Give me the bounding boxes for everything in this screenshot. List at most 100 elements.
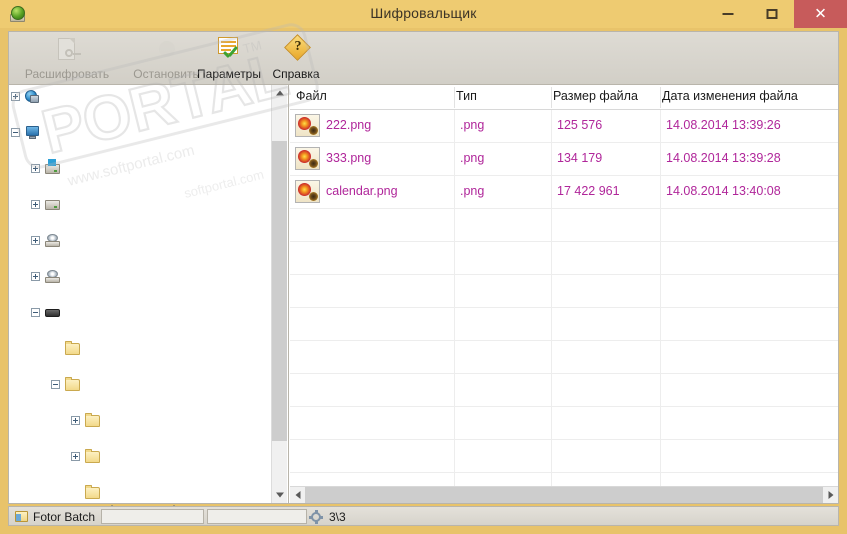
tree-expand-toggle[interactable] — [31, 236, 40, 245]
hdd-icon — [45, 197, 60, 211]
window-controls: ✕ — [706, 0, 847, 28]
main-pane: ♪ Файл Тип Размер файла Дата изменения файл… — [8, 84, 839, 504]
maximize-button[interactable] — [750, 0, 794, 28]
list-scroll-left-button[interactable] — [290, 487, 305, 503]
table-row[interactable]: calendar.png .png 17 422 961 14.08.2014 13:… — [290, 176, 838, 209]
tree-expand-toggle[interactable] — [31, 164, 40, 173]
column-header[interactable]: Файл — [296, 89, 327, 103]
list-scroll-right-button[interactable] — [823, 487, 838, 503]
folder-icon — [85, 485, 100, 499]
list-scrollbar-thumb[interactable] — [305, 487, 823, 503]
table-row[interactable] — [290, 440, 838, 473]
folder-tree-panel: ♪ — [9, 85, 289, 503]
folder-tree: ♪ — [9, 87, 267, 501]
close-icon: ✕ — [814, 5, 827, 23]
minimize-button[interactable] — [706, 0, 750, 28]
tree-vertical-scrollbar[interactable] — [271, 85, 287, 503]
gear-icon — [309, 510, 323, 524]
column-header[interactable]: Дата изменения файла — [662, 89, 798, 103]
status-panel-2 — [207, 509, 307, 524]
image-thumbnail — [295, 147, 320, 170]
cell-modified: 14.08.2014 13:39:28 — [666, 151, 781, 165]
help-diamond-icon: ? — [281, 34, 311, 65]
status-folder-label: Fotor Batch — [33, 510, 96, 524]
tree-scrollbar-thumb[interactable] — [272, 141, 287, 441]
cell-type: .png — [460, 118, 485, 132]
removable-drive-icon — [45, 305, 60, 319]
table-row[interactable]: 222.png .png 125 576 14.08.2014 13:39:26 — [290, 110, 838, 143]
table-row[interactable] — [290, 275, 838, 308]
help-button-label: Справка — [272, 67, 320, 81]
folder-icon — [65, 377, 80, 391]
column-header[interactable]: Тип — [456, 89, 477, 103]
table-row[interactable] — [290, 374, 838, 407]
options-button[interactable]: Параметры — [185, 34, 273, 83]
minimize-icon — [722, 13, 734, 15]
table-row[interactable] — [290, 209, 838, 242]
file-list-panel: Файл Тип Размер файла Дата изменения файла … — [290, 85, 838, 503]
table-row[interactable] — [290, 242, 838, 275]
computer-icon — [25, 125, 40, 139]
tree-node[interactable] — [9, 123, 267, 141]
folder-icon — [65, 341, 80, 355]
table-row[interactable] — [290, 407, 838, 440]
table-row[interactable]: 333.png .png 134 179 14.08.2014 13:39:28 — [290, 143, 838, 176]
cell-name: 333.png — [326, 151, 372, 165]
folder-icon — [85, 413, 100, 427]
cell-type: .png — [460, 151, 485, 165]
image-thumbnail — [295, 180, 320, 203]
options-checkmark-icon — [214, 37, 244, 65]
tree-expand-toggle[interactable] — [31, 272, 40, 281]
optical-drive-icon — [45, 269, 60, 283]
status-count: 3\3 — [329, 510, 346, 524]
tree-node[interactable] — [9, 267, 267, 285]
tree-node[interactable] — [9, 483, 267, 501]
tree-collapse-toggle[interactable] — [31, 308, 40, 317]
cell-size: 17 422 961 — [557, 184, 620, 198]
status-panel-1 — [101, 509, 204, 524]
optical-drive-icon — [45, 233, 60, 247]
cell-name: calendar.png — [326, 184, 398, 198]
file-list-horizontal-scrollbar[interactable] — [290, 486, 838, 503]
table-row[interactable] — [290, 341, 838, 374]
tree-node[interactable] — [9, 339, 267, 357]
help-button[interactable]: ? Справка — [263, 34, 329, 83]
tree-node[interactable] — [9, 87, 267, 105]
options-button-label: Параметры — [197, 67, 261, 81]
cell-modified: 14.08.2014 13:39:26 — [666, 118, 781, 132]
table-row[interactable] — [290, 308, 838, 341]
hdd-windows-icon — [45, 159, 60, 175]
network-globe-icon — [25, 89, 40, 103]
title-bar: Шифровальщик ✕ — [0, 0, 847, 28]
tree-node[interactable] — [9, 195, 267, 213]
close-button[interactable]: ✕ — [794, 0, 847, 28]
decrypt-button-label: Расшифровать — [24, 67, 110, 81]
tree-expand-toggle[interactable] — [11, 92, 20, 101]
folder-icon — [85, 449, 100, 463]
tree-expand-toggle[interactable] — [71, 416, 80, 425]
status-folder-icon — [15, 511, 28, 522]
decrypt-button[interactable]: Расшифровать — [15, 34, 119, 83]
toolbar: Расшифровать Остановить Параметры ? Спра… — [8, 31, 839, 84]
tree-scroll-down-button[interactable] — [272, 487, 287, 503]
tree-node[interactable] — [9, 447, 267, 465]
cell-size: 134 179 — [557, 151, 603, 165]
document-key-icon — [52, 37, 82, 65]
column-header[interactable]: Размер файла — [553, 89, 638, 103]
cell-name: 222.png — [326, 118, 372, 132]
stop-icon — [151, 37, 181, 65]
maximize-icon — [766, 9, 778, 19]
file-list-header: Файл Тип Размер файла Дата изменения файла — [290, 85, 838, 110]
cell-modified: 14.08.2014 13:40:08 — [666, 184, 781, 198]
tree-expand-toggle[interactable] — [71, 452, 80, 461]
tree-node[interactable] — [9, 411, 267, 429]
tree-node[interactable] — [9, 231, 267, 249]
tree-node[interactable] — [9, 303, 267, 321]
tree-node[interactable] — [9, 375, 267, 393]
status-bar: Fotor Batch 3\3 — [8, 506, 839, 526]
tree-node[interactable] — [9, 159, 267, 177]
tree-collapse-toggle[interactable] — [51, 380, 60, 389]
tree-expand-toggle[interactable] — [31, 200, 40, 209]
tree-scroll-up-button[interactable] — [272, 85, 287, 101]
tree-collapse-toggle[interactable] — [11, 128, 20, 137]
